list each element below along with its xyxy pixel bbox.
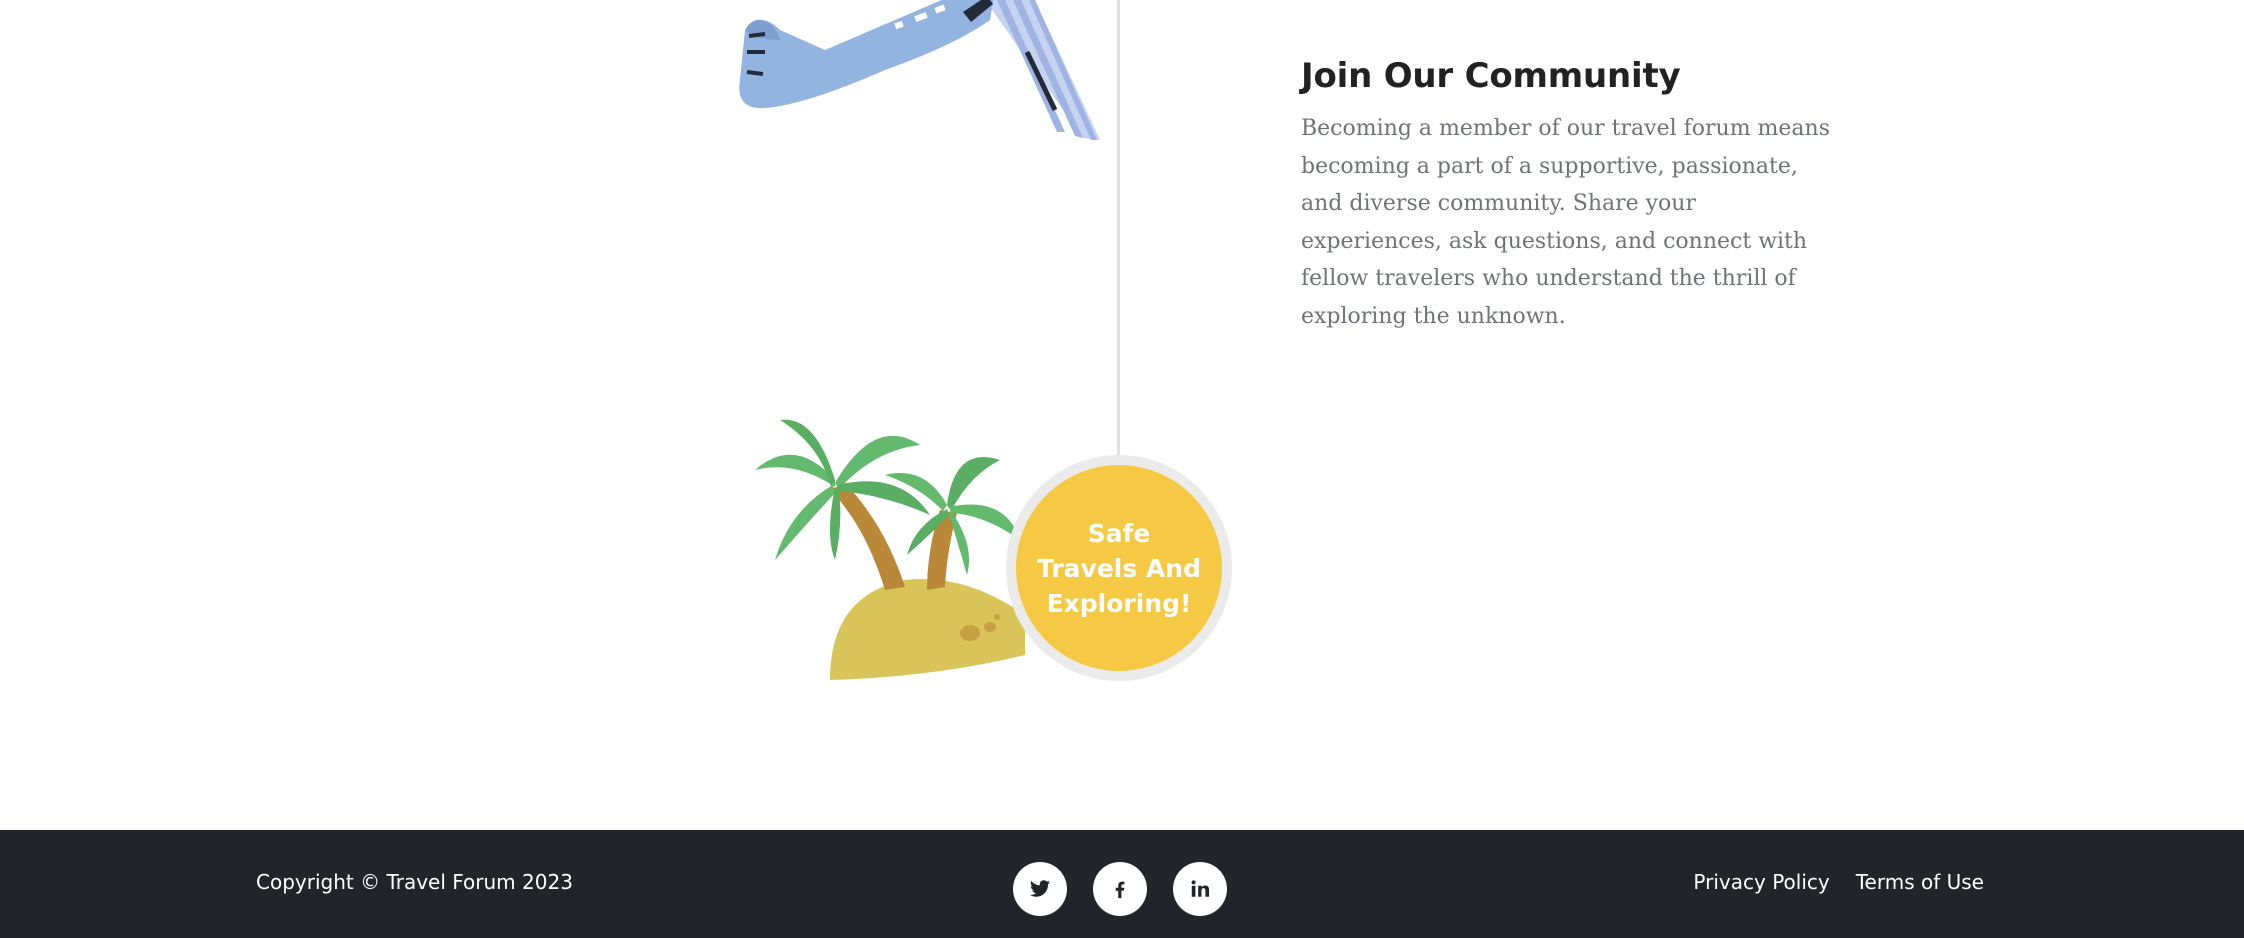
privacy-policy-link[interactable]: Privacy Policy (1693, 870, 1829, 894)
twitter-button[interactable] (1013, 862, 1067, 916)
linkedin-button[interactable] (1173, 862, 1227, 916)
airplane-icon (735, 0, 1105, 150)
community-section: Join Our Community Becoming a member of … (1301, 56, 1841, 335)
milestone-label: Safe Travels And Exploring! (1037, 518, 1201, 618)
terms-of-use-link[interactable]: Terms of Use (1856, 870, 1984, 894)
linkedin-icon (1191, 880, 1210, 897)
timeline-line (1117, 0, 1120, 460)
facebook-button[interactable] (1093, 862, 1147, 916)
section-title: Join Our Community (1301, 56, 1681, 96)
footer-links: Privacy Policy Terms of Use (1693, 870, 1984, 894)
section-body: Becoming a member of our travel forum me… (1301, 116, 1830, 329)
milestone-badge: Safe Travels And Exploring! (1006, 455, 1232, 681)
palm-island-icon (735, 415, 1035, 685)
social-links (1013, 862, 1227, 916)
site-footer: Copyright © Travel Forum 2023 Privacy Po… (0, 830, 2244, 938)
footer-copyright: Copyright © Travel Forum 2023 (256, 870, 573, 894)
facebook-icon (1115, 881, 1125, 899)
twitter-icon (1029, 880, 1051, 897)
